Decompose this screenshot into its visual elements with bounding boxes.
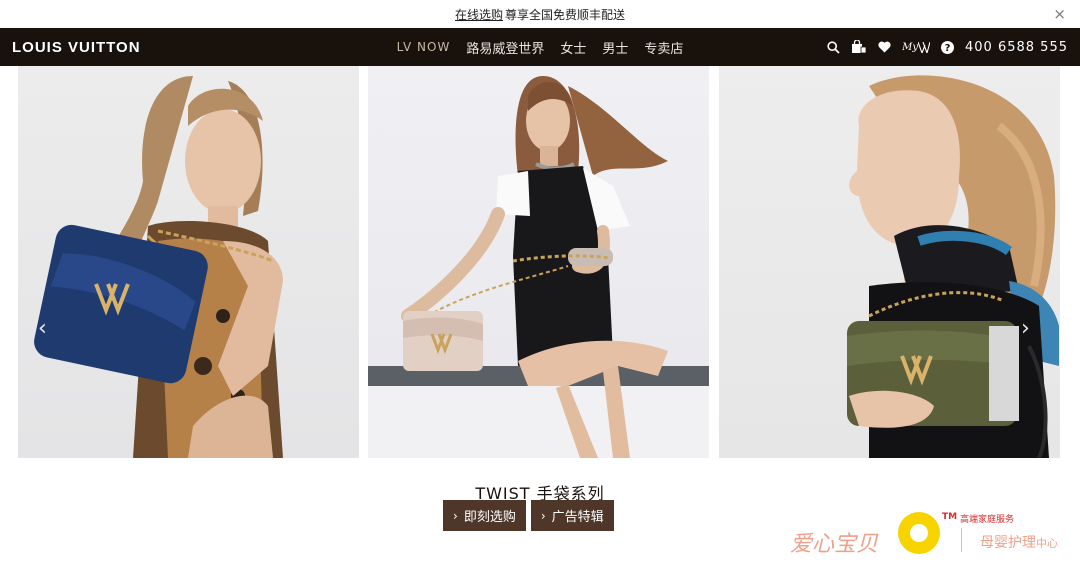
- watermark-care: 母婴护理中心: [980, 532, 1058, 552]
- model-illustration: [368, 76, 709, 458]
- campaign-feature-label: 广告特辑: [551, 510, 604, 525]
- nav-item-world[interactable]: 路易威登世界: [466, 38, 544, 57]
- svg-text:?: ?: [945, 43, 951, 54]
- promo-link[interactable]: 在线选购: [455, 6, 503, 23]
- nav-item-stores[interactable]: 专卖店: [644, 38, 683, 57]
- campaign-image-khaki-bag[interactable]: ›: [719, 66, 1060, 458]
- chevron-right-icon: ›: [540, 508, 546, 523]
- watermark-service: 高端家庭服务: [960, 515, 1015, 525]
- header-tools: My ? 400 6588 555: [827, 28, 1068, 66]
- carousel-prev-icon[interactable]: ‹: [38, 316, 47, 341]
- watermark-logo-icon: [898, 512, 940, 554]
- watermark-brand: 爱心宝贝: [790, 532, 879, 557]
- logo[interactable]: LOUIS VUITTON: [12, 39, 141, 56]
- site-header: LOUIS VUITTON LV NOW 路易威登世界 女士 男士 专卖店 My…: [0, 28, 1080, 66]
- model-illustration: [847, 75, 1059, 458]
- search-icon[interactable]: [827, 40, 840, 54]
- heart-icon[interactable]: [878, 41, 891, 53]
- cta-group: › 即刻选购 › 广告特辑: [443, 500, 614, 531]
- campaign-image-beige-bag[interactable]: [368, 66, 709, 458]
- watermark-care-small: 中心: [1036, 537, 1058, 550]
- watermark: 爱心宝贝 TM 高端家庭服务 母婴护理中心: [790, 508, 1080, 562]
- campaign-feature-button[interactable]: › 广告特辑: [530, 500, 614, 531]
- phone-number[interactable]: 400 6588 555: [965, 40, 1068, 55]
- carousel-next-icon[interactable]: ›: [1021, 316, 1030, 341]
- watermark-tm: TM: [942, 512, 958, 522]
- model-illustration: [34, 76, 283, 458]
- nav-item-women[interactable]: 女士: [560, 38, 586, 57]
- nav-item-lv-now[interactable]: LV NOW: [397, 40, 451, 54]
- nav-item-men[interactable]: 男士: [602, 38, 628, 57]
- shop-now-label: 即刻选购: [463, 510, 516, 525]
- shop-now-button[interactable]: › 即刻选购: [443, 500, 526, 531]
- promo-bar: 在线选购 尊享全国免费顺丰配送 ×: [0, 0, 1080, 28]
- help-icon[interactable]: ?: [941, 40, 955, 54]
- watermark-divider: [961, 528, 962, 552]
- chevron-right-icon: ›: [453, 508, 458, 523]
- my-lv-label: My: [902, 41, 919, 53]
- my-lv-icon[interactable]: My: [902, 41, 931, 53]
- shopping-bag-icon[interactable]: [851, 40, 867, 54]
- campaign-image-blue-bag[interactable]: ‹: [18, 66, 359, 458]
- close-icon[interactable]: ×: [1053, 6, 1066, 22]
- promo-text: 尊享全国免费顺丰配送: [505, 7, 626, 22]
- watermark-care-main: 母婴护理: [980, 535, 1036, 551]
